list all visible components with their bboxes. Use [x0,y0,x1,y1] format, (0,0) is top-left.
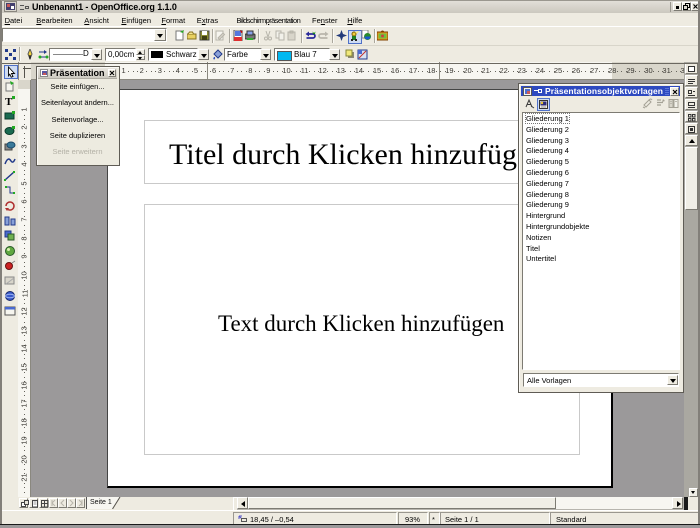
svg-text:T: T [5,96,13,107]
